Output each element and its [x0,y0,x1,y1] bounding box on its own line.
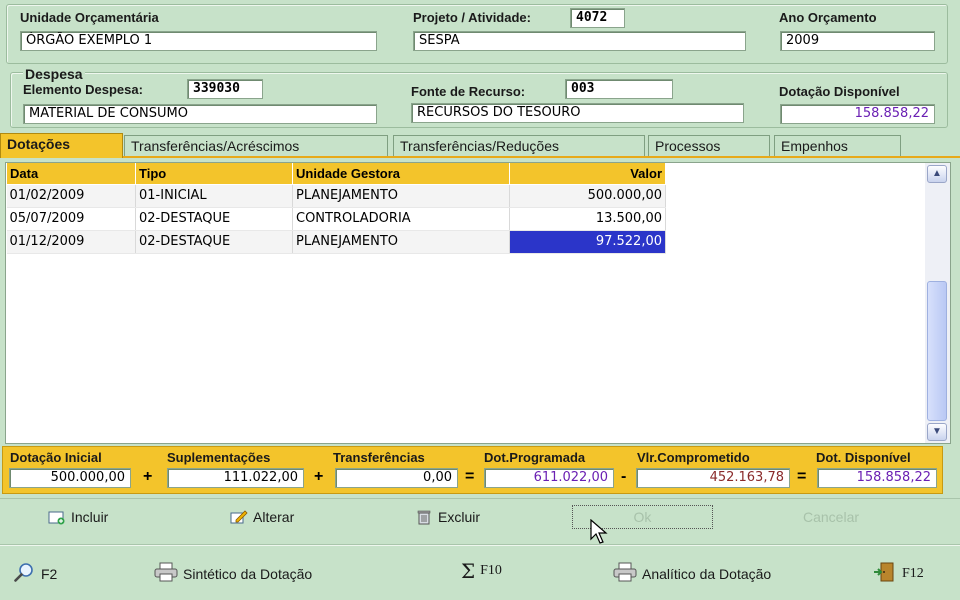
suplementacoes-label: Suplementações [167,450,271,465]
trash-icon [415,509,433,525]
column-header-tipo[interactable]: Tipo [135,163,293,185]
cell-valor: 13.500,00 [509,207,666,231]
sintetico-label: Sintético da Dotação [183,565,313,582]
divider [0,498,960,499]
printer-icon [154,562,178,585]
cell-data: 01/02/2009 [6,184,136,208]
ano-label: Ano Orçamento [779,10,877,25]
plus-operator: + [143,468,153,485]
dotacao-disponivel-label: Dotação Disponível [779,84,900,99]
f10-label: F10 [480,563,502,578]
cell-valor: 500.000,00 [509,184,666,208]
f2-label: F2 [41,565,58,582]
cell-data: 05/07/2009 [6,207,136,231]
dotacao-inicial-label: Dotação Inicial [10,450,102,465]
elemento-field[interactable]: MATERIAL DE CONSUMO [23,104,377,124]
grid-scrollbar[interactable]: ▲ ▼ [925,163,950,443]
tab-dotacoes[interactable]: Dotações [0,133,123,158]
excluir-button[interactable]: Excluir [415,505,480,529]
vlr-comprometido-field: 452.163,78 [636,468,790,488]
cell-valor-selected: 97.522,00 [509,230,666,254]
printer-icon [613,562,637,585]
cell-unidade: PLANEJAMENTO [292,184,510,208]
dot-disponivel-label: Dot. Disponível [816,450,911,465]
analitico-label: Analítico da Dotação [642,565,772,582]
alterar-button[interactable]: Alterar [230,505,294,529]
dot-disponivel-field: 158.858,22 [817,468,937,488]
incluir-label: Incluir [71,509,109,525]
sintetico-dotacao-button[interactable]: Sintético da Dotação [154,562,312,585]
dotacoes-grid[interactable]: Data Tipo Unidade Gestora Valor 01/02/20… [5,162,951,444]
tab-underline [0,156,960,158]
alterar-label: Alterar [253,509,295,525]
transferencias-label: Transferências [333,450,425,465]
cancelar-label: Cancelar [803,509,860,525]
f2-search-button[interactable]: F2 [14,562,57,585]
dotacao-inicial-field: 500.000,00 [9,468,131,488]
scroll-thumb[interactable] [927,281,947,421]
cell-unidade: PLANEJAMENTO [292,230,510,254]
ok-label: Ok [633,509,652,525]
cell-unidade: CONTROLADORIA [292,207,510,231]
elemento-label: Elemento Despesa: [23,82,143,97]
add-document-icon [48,509,66,525]
incluir-button[interactable]: Incluir [48,505,108,529]
edit-icon [230,509,248,525]
transferencias-field: 0,00 [335,468,458,488]
despesa-title: Despesa [23,66,85,82]
tab-empenhos[interactable]: Empenhos [774,135,901,157]
unidade-label: Unidade Orçamentária [20,10,159,25]
dotacao-disponivel-field: 158.858,22 [780,104,935,124]
excluir-label: Excluir [438,509,481,525]
tab-transferencias-reducoes[interactable]: Transferências/Reduções [393,135,645,157]
table-row[interactable]: 05/07/2009 02-DESTAQUE CONTROLADORIA 13.… [6,207,666,231]
fonte-label: Fonte de Recurso: [411,84,526,99]
f10-sum-button[interactable]: Σ F10 [461,559,502,583]
f12-label: F12 [902,565,924,581]
fonte-code-field[interactable]: 003 [565,79,673,99]
dot-programada-label: Dot.Programada [484,450,586,465]
plus-operator: + [314,468,324,485]
tab-processos[interactable]: Processos [648,135,770,157]
cell-tipo: 02-DESTAQUE [135,230,293,254]
projeto-label: Projeto / Atividade: [413,10,531,25]
cell-tipo: 01-INICIAL [135,184,293,208]
table-row[interactable]: 01/12/2009 02-DESTAQUE PLANEJAMENTO 97.5… [6,230,666,254]
exit-door-icon [873,562,897,585]
equals-operator: = [465,468,475,485]
scroll-down-icon[interactable]: ▼ [927,423,947,441]
dotacoes-table: Data Tipo Unidade Gestora Valor 01/02/20… [6,163,666,254]
divider [0,545,960,546]
unidade-field[interactable]: ÓRGÃO EXEMPLO 1 [20,31,377,51]
suplementacoes-field: 111.022,00 [167,468,304,488]
scroll-up-icon[interactable]: ▲ [927,165,947,183]
projeto-code-field[interactable]: 4072 [570,8,625,28]
projeto-field[interactable]: SESPA [413,31,746,51]
cell-tipo: 02-DESTAQUE [135,207,293,231]
table-header-row: Data Tipo Unidade Gestora Valor [6,163,666,185]
column-header-valor[interactable]: Valor [509,163,666,185]
f12-exit-button[interactable]: F12 [873,562,924,585]
minus-operator: - [621,468,627,485]
tab-transferencias-acrescimos[interactable]: Transferências/Acréscimos [124,135,388,157]
dot-programada-field: 611.022,00 [484,468,614,488]
cell-data: 01/12/2009 [6,230,136,254]
column-header-unidade-gestora[interactable]: Unidade Gestora [292,163,510,185]
vlr-comprometido-label: Vlr.Comprometido [637,450,750,465]
sigma-icon: Σ [461,559,476,583]
table-row[interactable]: 01/02/2009 01-INICIAL PLANEJAMENTO 500.0… [6,184,666,208]
elemento-code-field[interactable]: 339030 [187,79,263,99]
cancelar-button[interactable]: Cancelar [803,505,859,529]
ano-field[interactable]: 2009 [780,31,935,51]
search-icon [14,562,36,585]
analitico-dotacao-button[interactable]: Analítico da Dotação [613,562,771,585]
fonte-field[interactable]: RECURSOS DO TESOURO [411,103,744,123]
equals-operator: = [797,468,807,485]
tab-bar: Dotações Transferências/Acréscimos Trans… [0,133,960,158]
column-header-data[interactable]: Data [6,163,136,185]
